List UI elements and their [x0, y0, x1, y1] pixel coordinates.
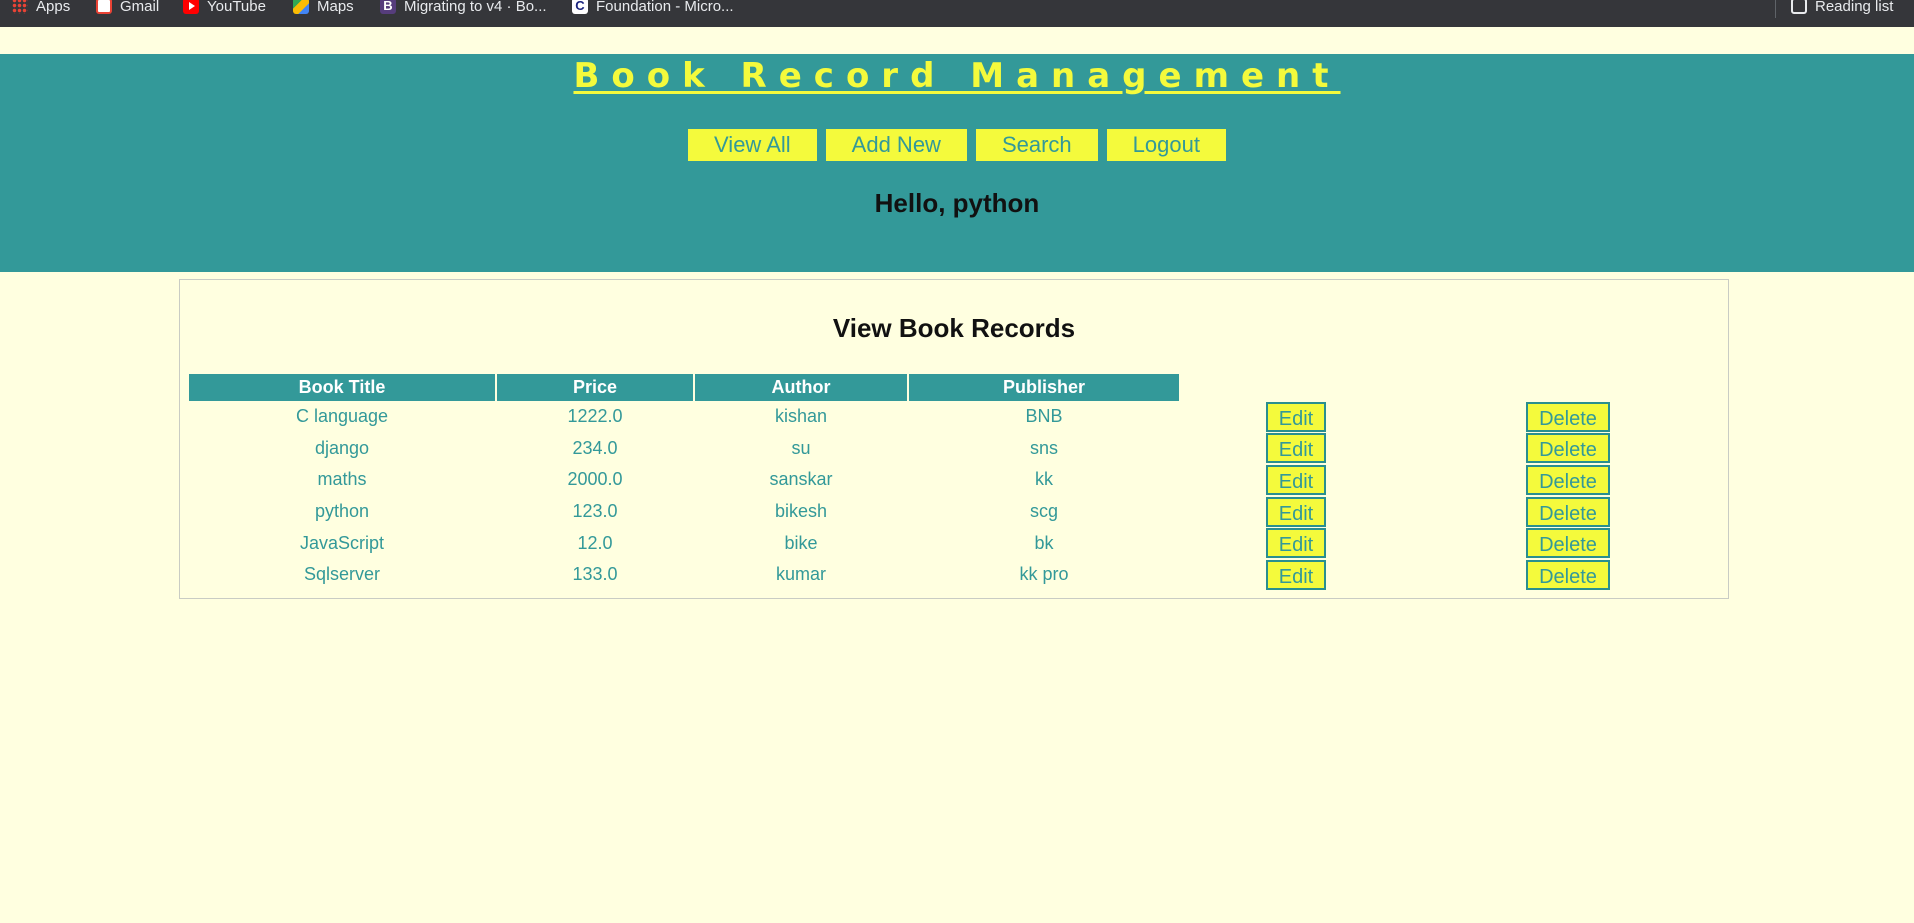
cell-publisher: scg — [1029, 501, 1058, 522]
edit-button[interactable]: Edit — [1265, 433, 1327, 464]
bookmark-label: Apps — [36, 0, 71, 15]
delete-button[interactable]: Delete — [1526, 559, 1610, 590]
table-row: JavaScript 12.0 bike bk Edit Delete — [189, 527, 1723, 559]
delete-button[interactable]: Delete — [1526, 401, 1610, 432]
cell-publisher: kk pro — [1019, 564, 1069, 585]
records-heading: View Book Records — [832, 313, 1076, 343]
cell-publisher: BNB — [1025, 406, 1063, 427]
bookmark-gmail[interactable]: Gmail — [96, 0, 159, 16]
cell-title: django — [314, 437, 370, 458]
bookmarks-bar: Apps Gmail YouTube Maps B Migrating to v… — [0, 0, 1914, 27]
bookmark-apps[interactable]: Apps — [12, 0, 70, 16]
cell-author: kumar — [775, 564, 826, 585]
apps-grid-icon — [12, 0, 28, 14]
cell-delete: Delete — [1413, 496, 1723, 528]
cell-author: kishan — [774, 406, 828, 427]
cell-price: 133.0 — [572, 564, 618, 585]
cell-delete: Delete — [1413, 527, 1723, 559]
column-header-delete — [1413, 374, 1723, 401]
cell-title: Sqlserver — [303, 564, 381, 585]
cell-price: 2000.0 — [567, 469, 623, 490]
cell-title: python — [314, 501, 370, 522]
cell-title: JavaScript — [299, 532, 385, 553]
table-row: django 234.0 su sns Edit Delete — [189, 433, 1723, 465]
cell-edit: Edit — [1181, 559, 1411, 591]
edit-button[interactable]: Edit — [1265, 401, 1327, 432]
cell-delete: Delete — [1413, 401, 1723, 433]
cell-delete: Delete — [1413, 559, 1723, 591]
column-header-edit — [1181, 374, 1411, 401]
cell-price: 234.0 — [572, 437, 618, 458]
main-nav: View All Add New Search Logout — [0, 129, 1914, 161]
edit-button[interactable]: Edit — [1265, 464, 1327, 495]
reading-list-button[interactable]: Reading list — [1791, 0, 1893, 16]
table-row: maths 2000.0 sanskar kk Edit Delete — [189, 464, 1723, 496]
delete-button[interactable]: Delete — [1526, 496, 1610, 527]
cell-edit: Edit — [1181, 527, 1411, 559]
cell-edit: Edit — [1181, 433, 1411, 465]
bookmark-maps[interactable]: Maps — [293, 0, 354, 16]
cell-edit: Edit — [1181, 496, 1411, 528]
delete-button[interactable]: Delete — [1526, 528, 1610, 559]
reading-list-label: Reading list — [1815, 0, 1894, 15]
table-row: python 123.0 bikesh scg Edit Delete — [189, 496, 1723, 528]
bookmark-youtube[interactable]: YouTube — [183, 0, 266, 16]
cell-title: C language — [295, 406, 389, 427]
youtube-icon — [183, 0, 199, 14]
column-header-publisher: Publisher — [909, 374, 1179, 401]
maps-icon — [293, 0, 309, 14]
cell-price: 123.0 — [572, 501, 618, 522]
book-records-table: Book Title Price Author Publisher C lang… — [187, 374, 1725, 591]
gmail-icon — [96, 0, 112, 14]
cell-edit: Edit — [1181, 464, 1411, 496]
column-header-price: Price — [497, 374, 693, 401]
site-title[interactable]: Book Record Management — [0, 56, 1914, 96]
cell-delete: Delete — [1413, 433, 1723, 465]
cell-author: bikesh — [774, 501, 828, 522]
column-header-book-title: Book Title — [189, 374, 495, 401]
bookmark-foundation[interactable]: C Foundation - Micro... — [572, 0, 734, 16]
cell-publisher: bk — [1034, 532, 1054, 553]
logout-button[interactable]: Logout — [1106, 129, 1226, 161]
table-header-row: Book Title Price Author Publisher — [189, 374, 1723, 401]
edit-button[interactable]: Edit — [1265, 496, 1327, 527]
table-row: Sqlserver 133.0 kumar kk pro Edit Delete — [189, 559, 1723, 591]
cell-author: bike — [784, 532, 818, 553]
cell-publisher: sns — [1029, 437, 1058, 458]
delete-button[interactable]: Delete — [1526, 464, 1610, 495]
cell-publisher: kk — [1035, 469, 1053, 490]
cell-edit: Edit — [1181, 401, 1411, 433]
bookmarks-divider — [1775, 0, 1776, 18]
foundation-icon: C — [572, 0, 588, 14]
bookmark-label: Migrating to v4 · Bo... — [404, 0, 547, 15]
edit-button[interactable]: Edit — [1265, 528, 1327, 559]
cell-author: su — [791, 437, 811, 458]
cell-price: 12.0 — [577, 532, 613, 553]
bootstrap-icon: B — [380, 0, 396, 14]
reading-list-icon — [1791, 0, 1807, 14]
user-greeting: Hello, python — [874, 188, 1040, 218]
site-header: Book Record Management View All Add New … — [0, 54, 1914, 272]
view-all-button[interactable]: View All — [688, 129, 817, 161]
search-button[interactable]: Search — [975, 129, 1098, 161]
column-header-author: Author — [695, 374, 907, 401]
edit-button[interactable]: Edit — [1265, 559, 1327, 590]
add-new-button[interactable]: Add New — [825, 129, 967, 161]
cell-price: 1222.0 — [567, 406, 623, 427]
bookmark-bootstrap[interactable]: B Migrating to v4 · Bo... — [380, 0, 547, 16]
cell-title: maths — [317, 469, 367, 490]
delete-button[interactable]: Delete — [1526, 433, 1610, 464]
bookmark-label: YouTube — [207, 0, 266, 15]
bookmark-label: Foundation - Micro... — [596, 0, 734, 15]
bookmark-label: Gmail — [120, 0, 160, 15]
table-row: C language 1222.0 kishan BNB Edit Delete — [189, 401, 1723, 433]
bookmark-label: Maps — [317, 0, 354, 15]
records-panel: View Book Records Book Title Price Autho… — [179, 279, 1729, 599]
cell-author: sanskar — [769, 469, 833, 490]
cell-delete: Delete — [1413, 464, 1723, 496]
